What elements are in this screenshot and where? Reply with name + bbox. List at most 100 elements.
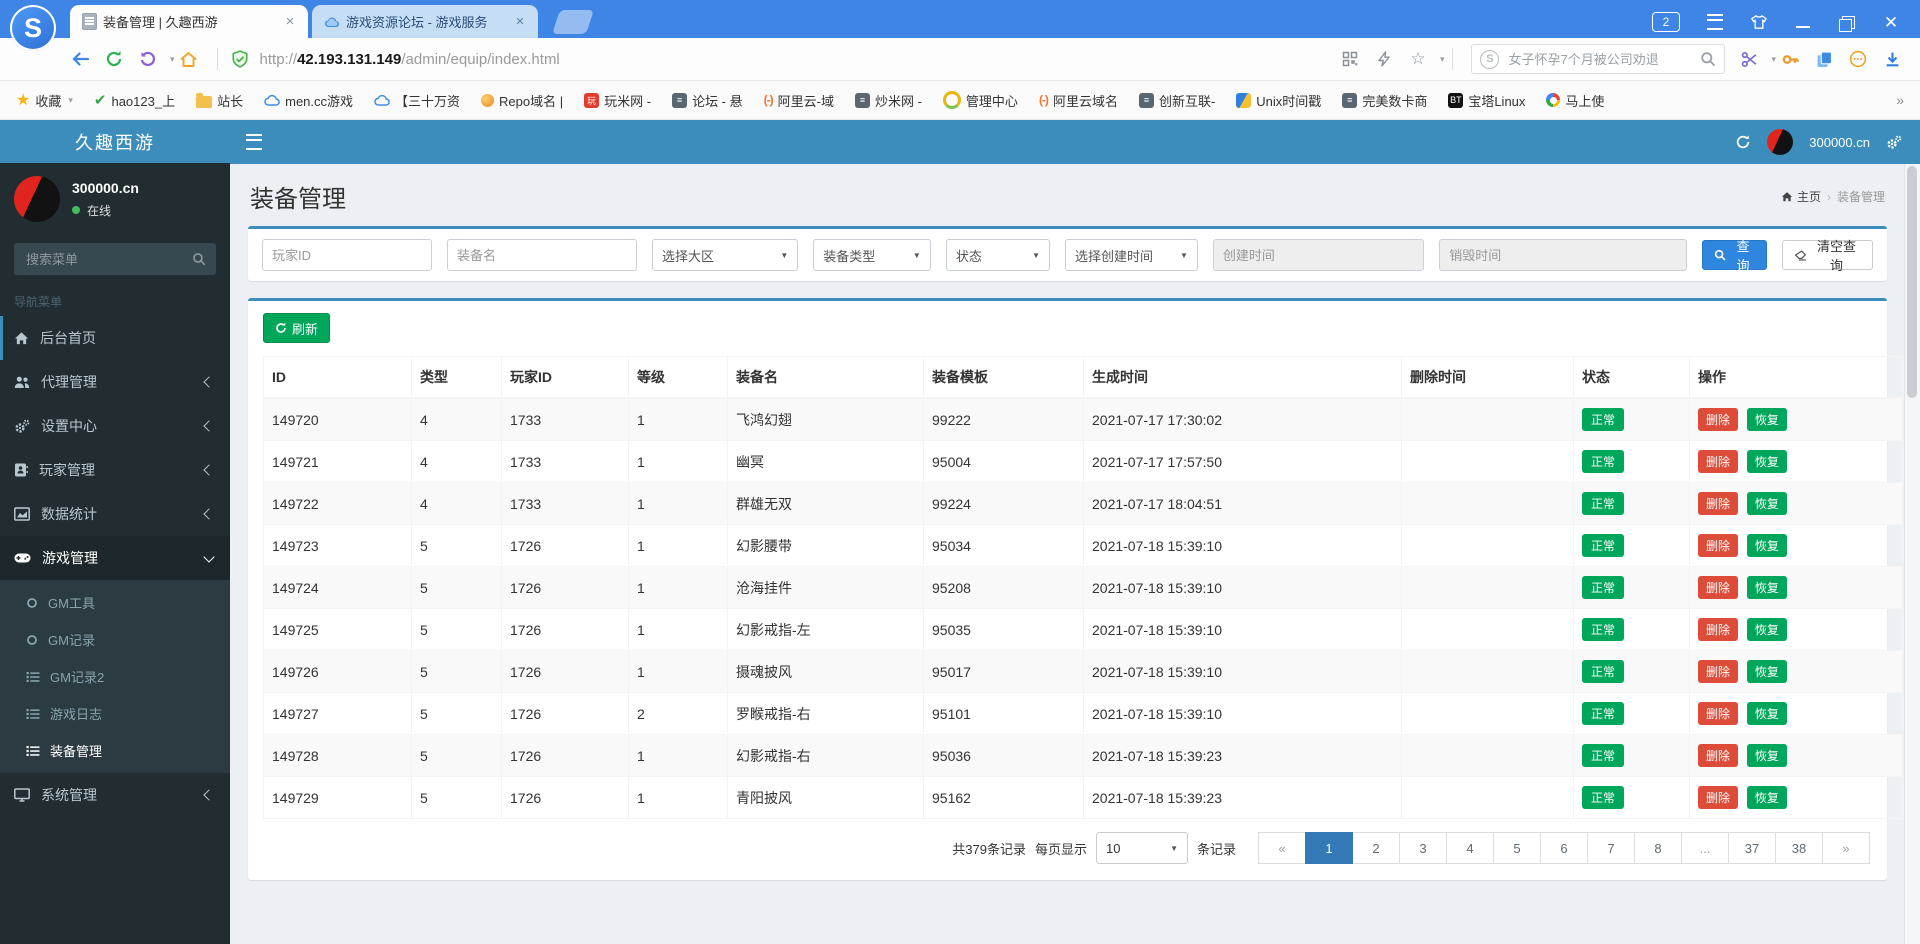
restore-button[interactable]: 恢复	[1746, 576, 1787, 599]
bookmark-aliyun-domain2[interactable]: 阿里云域名	[1039, 91, 1118, 110]
bookmark-chaomi[interactable]: ≡ 炒米网 -	[854, 91, 922, 110]
per-page-select[interactable]: 10	[1095, 832, 1188, 864]
close-window-button[interactable]	[1882, 13, 1900, 31]
more-options-icon[interactable]	[1844, 45, 1872, 73]
restore-button[interactable]: 恢复	[1746, 534, 1787, 557]
restore-button[interactable]: 恢复	[1746, 618, 1787, 641]
equip-type-select[interactable]: 装备类型	[813, 239, 931, 271]
bookmark-wanmi[interactable]: 玩玩米网 -	[584, 91, 651, 110]
clear-query-button[interactable]: 清空查询	[1782, 239, 1873, 273]
star-dropdown-caret[interactable]	[1440, 54, 1445, 65]
tab-game-forum[interactable]: 游戏资源论坛 - 游戏服务	[312, 5, 538, 38]
pager-page-1[interactable]: 1	[1305, 832, 1353, 864]
close-icon[interactable]	[282, 13, 298, 30]
browser-search-input[interactable]	[1506, 50, 1701, 68]
restore-button[interactable]: 恢复	[1746, 408, 1787, 431]
refresh-icon[interactable]	[100, 45, 128, 73]
menu-icon[interactable]	[1706, 13, 1724, 31]
restore-button[interactable]: 恢复	[1746, 450, 1787, 473]
sidebar-item-settings[interactable]: 设置中心	[0, 404, 230, 448]
favorite-star-icon[interactable]: ☆	[1404, 45, 1432, 73]
refresh-button[interactable]: 刷新	[263, 313, 331, 343]
delete-button[interactable]: 删除	[1698, 534, 1739, 557]
topnav-user-name[interactable]: 300000.cn	[1809, 135, 1870, 150]
restore-button[interactable]: 恢复	[1746, 660, 1787, 683]
sidebar-subitem-gm-record2[interactable]: GM记录2	[0, 658, 230, 695]
delete-button[interactable]: 删除	[1698, 618, 1739, 641]
search-icon[interactable]	[192, 252, 206, 266]
sidebar-search-input[interactable]	[24, 250, 192, 268]
sidebar-subitem-equip-management[interactable]: 装备管理	[0, 732, 230, 769]
bookmark-sanshiwan[interactable]: 【三十万资	[374, 91, 460, 110]
restore-button[interactable]: 恢复	[1746, 492, 1787, 515]
search-icon[interactable]	[1700, 51, 1716, 67]
destroy-time-input[interactable]	[1439, 239, 1687, 271]
minimize-button[interactable]	[1794, 13, 1812, 31]
sidebar-item-players[interactable]: 玩家管理	[0, 448, 230, 492]
delete-button[interactable]: 删除	[1698, 450, 1739, 473]
sidebar-item-system[interactable]: 系统管理	[0, 773, 230, 817]
bookmark-hao123[interactable]: hao123_上	[94, 91, 175, 110]
scissors-collect-icon[interactable]	[1735, 45, 1763, 73]
bookmark-baota-linux[interactable]: BT 宝塔Linux	[1448, 91, 1525, 110]
bookmark-mashangshi[interactable]: 马上使	[1546, 91, 1604, 110]
status-select[interactable]: 状态	[945, 239, 1051, 271]
delete-button[interactable]: 删除	[1698, 408, 1739, 431]
breadcrumb-home[interactable]: 主页	[1781, 188, 1821, 205]
undo-icon[interactable]	[134, 45, 162, 73]
close-icon[interactable]	[512, 13, 528, 30]
delete-button[interactable]: 删除	[1698, 492, 1739, 515]
bookmark-wanmei-card[interactable]: ≡ 完美数卡商	[1342, 91, 1427, 110]
bookmark-aliyun-domain[interactable]: 阿里云-域	[764, 91, 834, 110]
pager-page-5[interactable]: 5	[1493, 832, 1541, 864]
pager-page-3[interactable]: 3	[1399, 832, 1447, 864]
sidebar-subitem-gm-tool[interactable]: GM工具	[0, 584, 230, 621]
new-tab-button[interactable]	[552, 10, 594, 34]
home-icon[interactable]	[175, 45, 203, 73]
pager-page-8[interactable]: 8	[1634, 832, 1682, 864]
bookmark-mencc[interactable]: men.cc游戏	[264, 91, 353, 110]
restore-button[interactable]	[1838, 13, 1856, 32]
sidebar-subitem-game-log[interactable]: 游戏日志	[0, 695, 230, 732]
pager-page-7[interactable]: 7	[1587, 832, 1635, 864]
delete-button[interactable]: 删除	[1698, 786, 1739, 809]
browser-search-box[interactable]: S	[1471, 44, 1726, 74]
qr-code-icon[interactable]	[1336, 45, 1364, 73]
restore-button[interactable]: 恢复	[1746, 702, 1787, 725]
cogs-icon[interactable]	[1886, 135, 1902, 150]
bookmark-forum[interactable]: ≡ 论坛 - 悬	[672, 91, 743, 110]
pager-page-6[interactable]: 6	[1540, 832, 1588, 864]
bookmark-admin-center[interactable]: 管理中心	[942, 91, 1018, 110]
delete-button[interactable]: 删除	[1698, 576, 1739, 599]
sidebar-item-home[interactable]: 后台首页	[0, 316, 230, 360]
brand-title[interactable]: 久趣西游	[0, 120, 230, 163]
sidebar-subitem-gm-record[interactable]: GM记录	[0, 621, 230, 658]
sidebar-item-agents[interactable]: 代理管理	[0, 360, 230, 404]
bookmark-chuangxin[interactable]: ≡ 创新互联-	[1138, 91, 1215, 110]
zone-select[interactable]: 选择大区	[652, 239, 799, 271]
avatar[interactable]	[1767, 129, 1794, 155]
refresh-icon[interactable]	[1735, 134, 1751, 150]
bookmark-unix-timestamp[interactable]: Unix时间戳	[1236, 91, 1321, 110]
pager-page-38[interactable]: 38	[1775, 832, 1823, 864]
restore-button[interactable]: 恢复	[1746, 786, 1787, 809]
sidebar-item-game-management[interactable]: 游戏管理	[0, 536, 230, 580]
delete-button[interactable]: 删除	[1698, 744, 1739, 767]
clipboard-collection-icon[interactable]	[1810, 45, 1838, 73]
query-button[interactable]: 查询	[1701, 239, 1768, 273]
download-icon[interactable]	[1878, 45, 1906, 73]
address-bar[interactable]: http://42.193.131.149/admin/equip/index.…	[260, 51, 1336, 68]
back-icon[interactable]	[66, 45, 94, 73]
bookmark-repo-domain[interactable]: Repo域名 |	[481, 91, 563, 110]
lightning-icon[interactable]	[1370, 45, 1398, 73]
pager-page-4[interactable]: 4	[1446, 832, 1494, 864]
create-time-input[interactable]	[1212, 239, 1425, 271]
delete-button[interactable]: 删除	[1698, 660, 1739, 683]
sidebar-search[interactable]	[14, 243, 216, 275]
sidebar-item-statistics[interactable]: 数据统计	[0, 492, 230, 536]
password-key-icon[interactable]	[1776, 45, 1804, 73]
bookmark-favorites[interactable]: 收藏	[16, 90, 73, 110]
restore-button[interactable]: 恢复	[1746, 744, 1787, 767]
pager-page-37[interactable]: 37	[1728, 832, 1776, 864]
security-shield-icon[interactable]	[226, 45, 254, 73]
